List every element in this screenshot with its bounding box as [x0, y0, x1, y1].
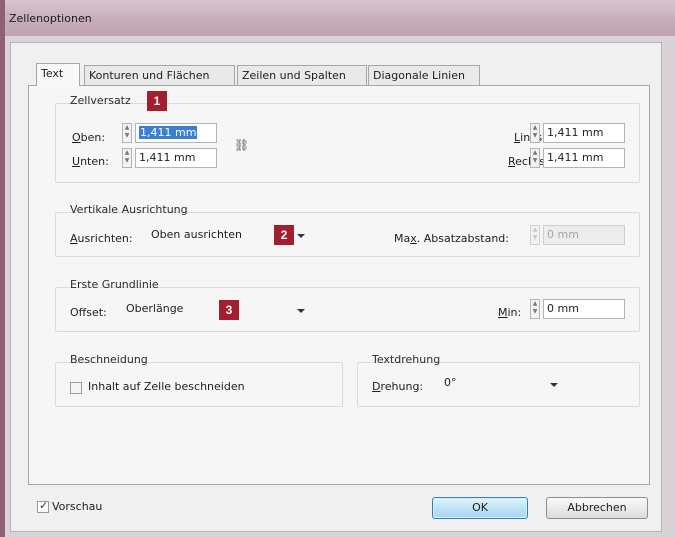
- window-title: Zellenoptionen: [9, 12, 92, 25]
- unten-field[interactable]: 1,411 mm: [135, 148, 217, 168]
- offset-dropdown[interactable]: Oberlänge: [122, 299, 312, 319]
- grundlinie-title: Erste Grundlinie: [70, 278, 159, 291]
- min-spinner[interactable]: ▲ ▼: [530, 299, 540, 319]
- tab-diagonale-label: Diagonale Linien: [373, 69, 465, 82]
- oben-field[interactable]: 1,411 mm: [135, 123, 217, 143]
- drehung-dropdown[interactable]: 0°: [440, 373, 565, 393]
- offset-value: Oberlänge: [126, 302, 184, 315]
- min-label: Min:: [498, 306, 522, 319]
- textdrehung-title: Textdrehung: [372, 353, 441, 366]
- ausrichten-value: Oben ausrichten: [151, 228, 242, 241]
- tab-text[interactable]: Text: [36, 63, 80, 86]
- inhalt-beschneiden-checkbox[interactable]: [70, 382, 82, 394]
- ausrichten-chevron-down-icon[interactable]: [297, 234, 305, 238]
- oben-label: Oben:: [72, 131, 106, 144]
- rechts-field[interactable]: 1,411 mm: [543, 148, 625, 168]
- inhalt-beschneiden-label[interactable]: Inhalt auf Zelle beschneiden: [88, 380, 245, 393]
- tab-zeilen-label: Zeilen und Spalten: [242, 69, 346, 82]
- tab-text-label: Text: [41, 67, 64, 80]
- vertikal-title: Vertikale Ausrichtung: [70, 203, 188, 216]
- ok-button[interactable]: OK: [432, 497, 528, 519]
- tab-konturen[interactable]: Konturen und Flächen: [84, 65, 235, 85]
- offset-label: Offset:: [70, 306, 107, 319]
- drehung-chevron-down-icon[interactable]: [550, 383, 558, 387]
- cancel-button[interactable]: Abbrechen: [546, 497, 648, 519]
- min-field[interactable]: 0 mm: [543, 299, 625, 319]
- tab-konturen-label: Konturen und Flächen: [89, 69, 210, 82]
- max-absatz-label: Max. Absatzabstand:: [394, 232, 509, 245]
- vorschau-checkbox[interactable]: [37, 499, 49, 513]
- ausrichten-label: Ausrichten:: [70, 232, 133, 245]
- drehung-value: 0°: [444, 376, 457, 389]
- title-bar[interactable]: Zellenoptionen: [5, 0, 675, 36]
- annotation-badge-2: 2: [274, 225, 294, 245]
- beschneidung-title: Beschneidung: [70, 353, 148, 366]
- rechts-spinner[interactable]: ▲ ▼: [530, 148, 540, 168]
- links-spinner[interactable]: ▲ ▼: [530, 123, 540, 143]
- zellversatz-group: [55, 103, 640, 183]
- unten-label: Unten:: [72, 155, 109, 168]
- annotation-badge-1: 1: [147, 91, 167, 111]
- tab-zeilen-spalten[interactable]: Zeilen und Spalten: [237, 65, 367, 85]
- unten-spinner[interactable]: ▲ ▼: [122, 148, 132, 168]
- oben-spinner[interactable]: ▲ ▼: [122, 123, 132, 143]
- zellversatz-title: Zellversatz: [70, 94, 131, 107]
- drehung-label: Drehung:: [372, 380, 424, 393]
- links-field[interactable]: 1,411 mm: [543, 123, 625, 143]
- annotation-badge-3: 3: [219, 300, 239, 320]
- tab-diagonale-linien[interactable]: Diagonale Linien: [368, 65, 480, 85]
- offset-chevron-down-icon[interactable]: [297, 309, 305, 313]
- chain-link-icon[interactable]: ⛓: [234, 138, 249, 152]
- max-absatz-spinner: ▲ ▼: [530, 225, 540, 245]
- max-absatz-field: 0 mm: [543, 225, 625, 245]
- vorschau-label[interactable]: Vorschau: [52, 500, 102, 513]
